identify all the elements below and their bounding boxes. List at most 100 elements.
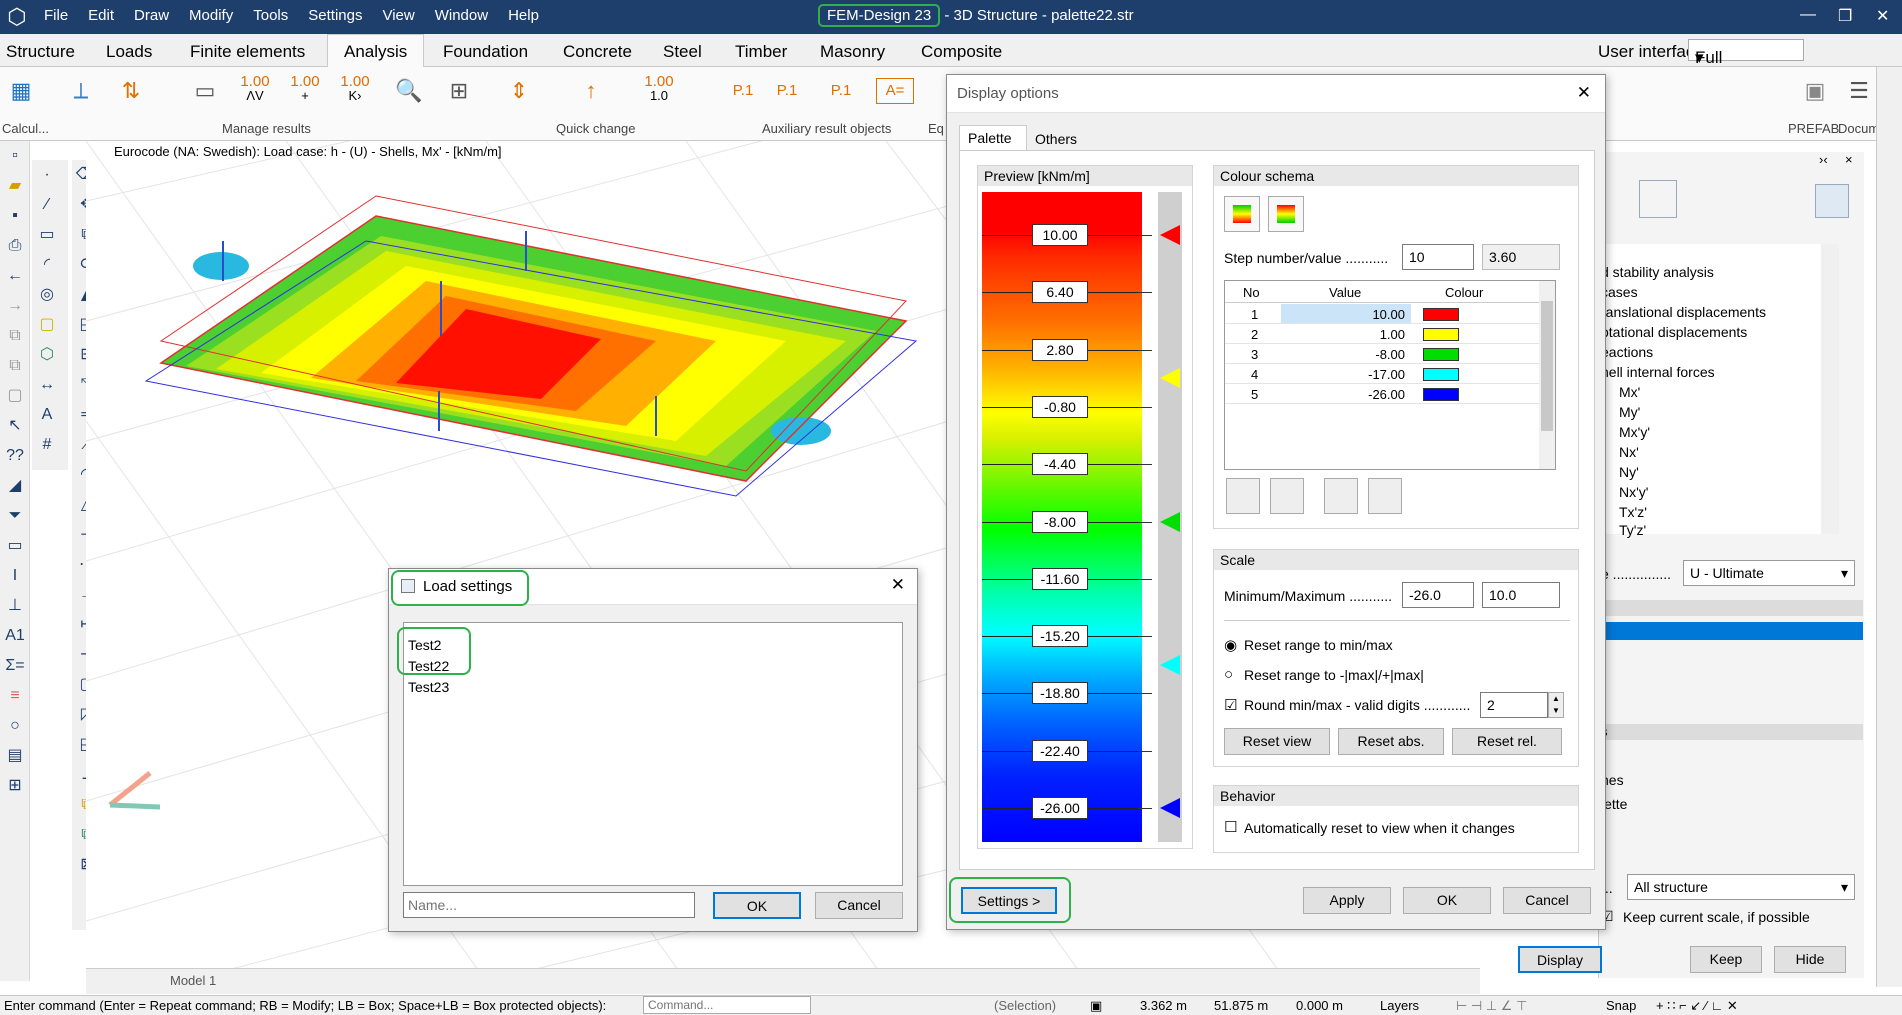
cancel-button[interactable]: Cancel [815,892,903,919]
row-colour-swatch[interactable] [1423,328,1459,341]
menu-draw[interactable]: Draw [124,0,179,34]
max-input[interactable]: 10.0 [1482,582,1560,608]
scale-add-icon[interactable]: 1.00 + [286,74,324,107]
tab-composite[interactable]: Composite [921,42,1002,62]
tab-palette[interactable]: Palette [959,125,1027,151]
section-icon[interactable]: ⊞ [440,75,478,107]
tab-masonry[interactable]: Masonry [820,42,885,62]
menu-window[interactable]: Window [425,0,498,34]
app-logo-icon[interactable]: ⬡ [3,3,31,31]
arc-icon[interactable]: ◜ [32,250,62,280]
rectangle-icon[interactable]: ▭ [32,220,62,250]
list-item[interactable]: Test23 [408,677,449,698]
tab-loads[interactable]: Loads [106,42,152,62]
tab-finite-elements[interactable]: Finite elements [190,42,305,62]
redo-icon[interactable]: → [0,291,30,321]
delete-icon[interactable]: ▢ [0,381,30,411]
line-icon[interactable]: ⁄ [32,190,62,220]
document-icon[interactable]: ☰ [1840,75,1878,107]
table-icon[interactable]: ▤ [0,741,30,771]
row-colour-swatch[interactable] [1423,308,1459,321]
colour-row[interactable]: 1 10.00 [1225,304,1539,324]
hash-icon[interactable]: # [32,430,62,460]
reset-view-button[interactable]: Reset view [1224,728,1330,755]
close-window-icon[interactable]: ✕ [1876,6,1889,26]
dimension-icon[interactable]: ⊥ [0,591,30,621]
menu-edit[interactable]: Edit [78,0,124,34]
schema-default-icon[interactable] [1268,196,1304,232]
tree-item[interactable]: eactions [1601,344,1653,360]
menu-file[interactable]: File [34,0,78,34]
slider-marker[interactable] [1160,654,1180,675]
snap-modes-icon[interactable]: ⊢ ⊣ ⊥ ∠ ⊤ [1456,998,1527,1014]
filter-icon[interactable]: ⏷ [0,501,30,531]
keep-button[interactable]: Keep [1690,946,1762,973]
tree-item[interactable]: My' [1619,404,1640,420]
axes-icon[interactable]: ⟂ [62,75,100,107]
display-button[interactable]: Display [1518,946,1602,973]
tab-others[interactable]: Others [1027,127,1085,151]
insert-below-icon[interactable] [1226,478,1260,514]
ok-button[interactable]: OK [713,892,801,919]
quick-change-icon[interactable]: ⇕ [500,75,538,107]
paste-icon[interactable]: ⧉ [0,351,30,381]
print-icon[interactable]: ⎙ [0,231,30,261]
point-label-icon[interactable]: P.1 [724,75,762,107]
close-icon[interactable]: ✕ [1577,83,1591,103]
slider-marker[interactable] [1160,511,1180,532]
tab-foundation[interactable]: Foundation [443,42,528,62]
point-icon[interactable]: · [32,160,62,190]
box-icon[interactable]: ⬡ [32,340,62,370]
row-colour-swatch[interactable] [1423,348,1459,361]
region-icon[interactable]: ▢ [32,310,62,340]
panel-collapse-icon[interactable]: ›‹ [1819,152,1828,167]
open-folder-icon[interactable]: ▰ [0,171,30,201]
text-a1-icon[interactable]: A1 [0,621,30,651]
colour-row[interactable]: 5 -26.00 [1225,384,1539,404]
row-value[interactable]: 10.00 [1281,304,1411,323]
menu-view[interactable]: View [372,0,424,34]
menu-help[interactable]: Help [498,0,549,34]
table-scrollbar[interactable] [1539,281,1555,469]
save-icon[interactable]: ▪ [0,201,30,231]
tree-item[interactable]: cases [1601,284,1638,300]
snap-button[interactable]: Snap [1606,998,1636,1013]
ok-button[interactable]: OK [1403,887,1491,914]
auto-reset-checkbox[interactable]: ☐ [1224,818,1237,836]
schema-reversed-icon[interactable] [1224,196,1260,232]
undo-icon[interactable]: ← [0,261,30,291]
help-arrow-icon[interactable]: ↖ [0,411,30,441]
comment-icon[interactable]: ▭ [0,531,30,561]
colour-row[interactable]: 4 -17.00 [1225,364,1539,384]
layers-button[interactable]: Layers [1380,998,1419,1013]
calculate-icon[interactable]: ▦ [2,75,40,107]
tree-item[interactable]: Mx'y' [1619,424,1650,440]
text-label-icon[interactable]: A= [876,78,914,104]
selection-indicator[interactable]: (Selection) [994,998,1056,1013]
close-icon[interactable]: ✕ [891,575,905,595]
move-top-icon[interactable] [1368,478,1402,514]
menu-modify[interactable]: Modify [179,0,243,34]
tree-item[interactable]: ranslational displacements [1601,304,1766,320]
settings-button[interactable]: Settings > [961,887,1057,914]
radio-abs[interactable]: ○ [1224,666,1233,683]
row-value[interactable]: -17.00 [1281,364,1411,383]
insert-above-icon[interactable] [1270,478,1304,514]
line-label-icon[interactable]: P.1 [768,75,806,107]
tree-item[interactable]: Mx' [1619,384,1640,400]
tree-item[interactable]: Nx' [1619,444,1639,460]
limit-state-select[interactable]: U - Ultimate ▾ [1683,560,1855,586]
slider-marker[interactable] [1160,798,1180,818]
colour-row[interactable]: 3 -8.00 [1225,344,1539,364]
tab-concrete[interactable]: Concrete [563,42,632,62]
quick-step-icon[interactable]: ↑ [572,75,610,107]
apply-button[interactable]: Apply [1303,887,1391,914]
digits-stepper[interactable]: ▲ ▼ [1548,692,1564,718]
step-number-input[interactable]: 10 [1402,244,1474,270]
load-list[interactable]: Test2 Test22 Test23 [403,622,903,886]
round-digits-input[interactable]: 2 [1480,692,1548,718]
arrows-icon[interactable]: ⇅ [112,75,150,107]
minimize-icon[interactable]: — [1800,6,1816,24]
slider-marker[interactable] [1160,225,1180,245]
slider-marker[interactable] [1160,368,1180,389]
